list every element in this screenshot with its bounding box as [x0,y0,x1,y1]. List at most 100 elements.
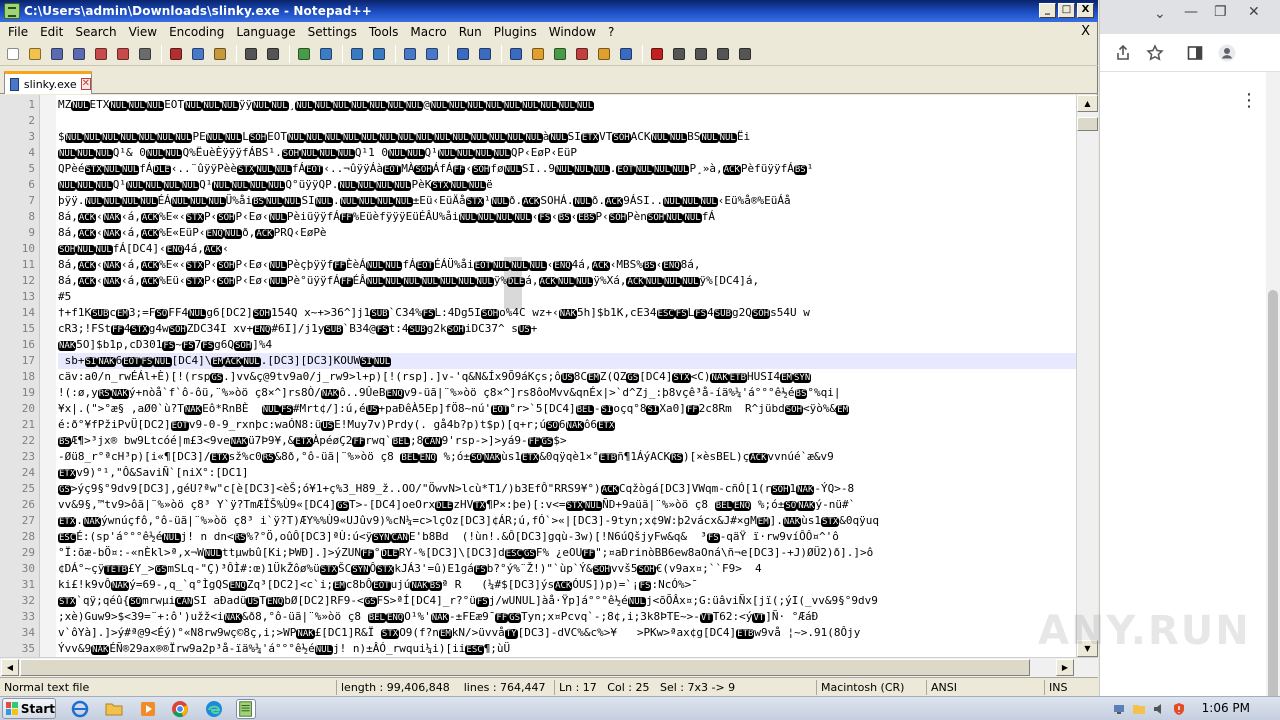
new-file-icon[interactable] [4,45,22,63]
doc-map-icon[interactable] [551,45,569,63]
code-line[interactable]: ki£!k9vÔNAKý=69-,q_`q°ÌgQSENQZq³[DC2]<c`… [58,577,1076,593]
code-line[interactable]: STX`qÿ;qéû{SOmrwµiCANSI aÐadüUSTENQbØ[DC… [58,593,1076,609]
code-line[interactable]: GS>ýç9§°9dv9[DC3],géU?ªw"c[è[DC3]<èŠ;ó¥1… [58,481,1076,497]
menu-settings[interactable]: Settings [302,22,363,42]
code-line[interactable]: $NUL NUL NUL NUL NUL NUL NULPENUL NULLSOHEOTNUL… [58,129,1076,145]
code-line[interactable]: þÿÿ.NUL NUL NUL NULÉÁNUL NUL NULÜ%åiBS NUL NULS… [58,193,1076,209]
code-line[interactable]: 8á,ACK‹NAK‹á,ACK%E«‹STXP‹SOHP‹Eø‹NULPèçþ… [58,257,1076,273]
code-line[interactable]: cR3;!FStFF4STXg4wSOHZDC34I xv+ENQ#6I]/j1… [58,321,1076,337]
code-line[interactable]: °Ï:õæ-bÖ¤:-«nÈkl>ª,x¬WNULttµwbû[Ki;ÞWÐ].… [58,545,1076,561]
code-line[interactable]: sb+SI NAK6EOT FS NUL[DC4]\EM ACK NUL.[DC3][DC… [58,353,1076,369]
paste-icon[interactable] [211,45,229,63]
chrome-icon[interactable] [170,699,190,719]
save-macro-icon[interactable] [736,45,754,63]
code-line[interactable]: -Øü8_r°ªcH³p)[i«¶[DC3]/ETXsž%c0RS&8ð,°ô-… [58,449,1076,465]
text-area[interactable]: MZNULETXNUL NUL NULEOTNUL NUL NULÿÿNUL NUL¸NU… [58,95,1076,657]
tab-search-chevron-icon[interactable]: ⌄ [1154,6,1166,22]
indent-guide-icon[interactable] [507,45,525,63]
code-line[interactable] [58,113,1076,129]
code-line[interactable]: ¥x|.(">°æ§ ,aØ0`ù?TNAKEô*RnBÈ NUL FS#Mrt¢… [58,401,1076,417]
close-document-button[interactable]: X [1081,24,1090,39]
menu-view[interactable]: View [123,22,163,42]
horizontal-scrollbar[interactable]: ◀ ▶ [0,657,1098,677]
code-line[interactable]: Ývv&9NAKÉÑ®29ax®®Ïrw9a2p³å-ïä%¼'á°°°ê½éN… [58,641,1076,657]
tab-close-button[interactable]: ✕ [80,78,91,90]
close-file-icon[interactable] [92,45,110,63]
profile-avatar-icon[interactable] [1218,44,1236,62]
play-macro-icon[interactable] [692,45,710,63]
code-line[interactable]: #5 [58,289,1076,305]
save-icon[interactable] [48,45,66,63]
redo-icon[interactable] [264,45,282,63]
code-line[interactable]: ETXv9)°¹,"Ô&SaviÑ`[niX°:[DC1] [58,465,1076,481]
browser-close-button[interactable]: ✕ [1248,4,1260,20]
code-line[interactable]: NUL NUL NULQ¹NUL NUL NUL NULQ¹NUL NUL NUL NULQ°ü… [58,177,1076,193]
udl-icon[interactable] [529,45,547,63]
folder-workspace-icon[interactable] [595,45,613,63]
all-chars-icon[interactable] [476,45,494,63]
start-button[interactable]: Start [2,698,56,719]
maximize-button[interactable]: □ [1058,3,1075,18]
word-wrap-icon[interactable] [454,45,472,63]
code-line[interactable]: vv&9§,™tv9>ôã|¨%»òö ç8³ Y`ÿ?TmÆÏŠ%Ù9«[DC… [58,497,1076,513]
menu-encoding[interactable]: Encoding [163,22,230,42]
code-line[interactable]: BSÆ¶>³jx® bw9Ltcóé|m£3<9veNAKü7Þ9¥,&ETXÀ… [58,433,1076,449]
menu-help[interactable]: ? [602,22,620,42]
code-line[interactable]: 8á,ACK‹NAK‹á,ACK%E«‹STXP‹SOHP‹Eø‹NULPèiü… [58,209,1076,225]
notepad-plus-plus-task-icon[interactable] [236,699,256,719]
copy-icon[interactable] [189,45,207,63]
print-icon[interactable] [136,45,154,63]
menu-window[interactable]: Window [543,22,602,42]
sync-h-icon[interactable] [423,45,441,63]
close-button[interactable]: X [1077,3,1094,18]
code-line[interactable]: 8á,ACK‹NAK‹á,ACK%E«EüP‹ENQ NULð,ACKPRQ‹Eø… [58,225,1076,241]
function-list-icon[interactable] [573,45,591,63]
status-encoding[interactable]: ANSI [926,680,1044,695]
minimize-button[interactable]: _ [1039,3,1056,18]
folder-tray-icon[interactable] [1132,702,1146,716]
browser-restore-button[interactable]: ❐ [1214,4,1227,20]
code-line[interactable]: 8á,ACK‹NAK‹á,ACK%Eü‹STXP‹SOHP‹Eø‹NULPè°ü… [58,273,1076,289]
menu-edit[interactable]: Edit [34,22,69,42]
vertical-scrollbar[interactable]: ▲ ▼ [1076,95,1098,657]
open-file-icon[interactable] [26,45,44,63]
save-all-icon[interactable] [70,45,88,63]
code-line[interactable]: !(:ø,yRS NAKý+nòå`f`ô-ôü,¨%»òö ç8×^]rs8Ò/… [58,385,1076,401]
sync-v-icon[interactable] [401,45,419,63]
undo-icon[interactable] [242,45,260,63]
code-line[interactable]: SOH NUL NULfÁ[DC4]‹ENQ4á,ACK‹ [58,241,1076,257]
page-menu-icon[interactable]: ⋮ [1240,90,1258,111]
file-explorer-icon[interactable] [104,699,124,719]
code-line[interactable]: ;xè)Guw9>$<39=¨+:ô')užž<iNAK&ð8,°ô-üã|¨%… [58,609,1076,625]
browser-scrollbar[interactable] [1266,72,1280,720]
internet-explorer-icon[interactable] [70,699,90,719]
status-insert-mode[interactable]: INS [1044,680,1098,695]
zoom-out-icon[interactable] [370,45,388,63]
title-bar[interactable]: C:\Users\admin\Downloads\slinky.exe - No… [0,0,1098,22]
menu-macro[interactable]: Macro [404,22,452,42]
scroll-left-arrow-icon[interactable]: ◀ [1,659,19,676]
volume-icon[interactable] [1152,702,1166,716]
code-line[interactable]: NUL NUL NULQ¹& 0NUL NULQ%ËuèÈÿÿÿfÁBS¹.SOH NU… [58,145,1076,161]
browser-scroll-thumb[interactable] [1268,290,1278,720]
taskbar-clock[interactable]: 1:06 PM [1202,701,1250,715]
find-icon[interactable] [295,45,313,63]
network-icon[interactable] [1112,702,1126,716]
code-line[interactable]: v`ôYà].]>ý#ª@9<Éý)°«N8rw9wç©8ç,i;>WPNAK£… [58,625,1076,641]
close-all-icon[interactable] [114,45,132,63]
browser-minimize-button[interactable]: — [1184,4,1198,20]
replace-icon[interactable] [317,45,335,63]
fold-margin[interactable] [40,95,56,657]
share-icon[interactable] [1114,44,1132,62]
menu-run[interactable]: Run [453,22,488,42]
tab-slinky-exe[interactable]: slinky.exe ✕ [4,71,92,94]
code-line[interactable]: ESCÉ:(sp'á°°°ê½éNULj! n dn<RS%?°Ö,oûÔ[DC… [58,529,1076,545]
stop-macro-icon[interactable] [670,45,688,63]
code-line[interactable]: cäv:a0/n_rwÉÁl+È)[!(rspGS.]vv&ç@9tv9a0/j… [58,369,1076,385]
vertical-scroll-thumb[interactable] [1077,117,1098,131]
shield-warning-icon[interactable] [1172,702,1186,716]
cut-icon[interactable] [167,45,185,63]
edge-icon[interactable] [204,699,224,719]
status-eol[interactable]: Macintosh (CR) [816,680,926,695]
menu-language[interactable]: Language [230,22,301,42]
